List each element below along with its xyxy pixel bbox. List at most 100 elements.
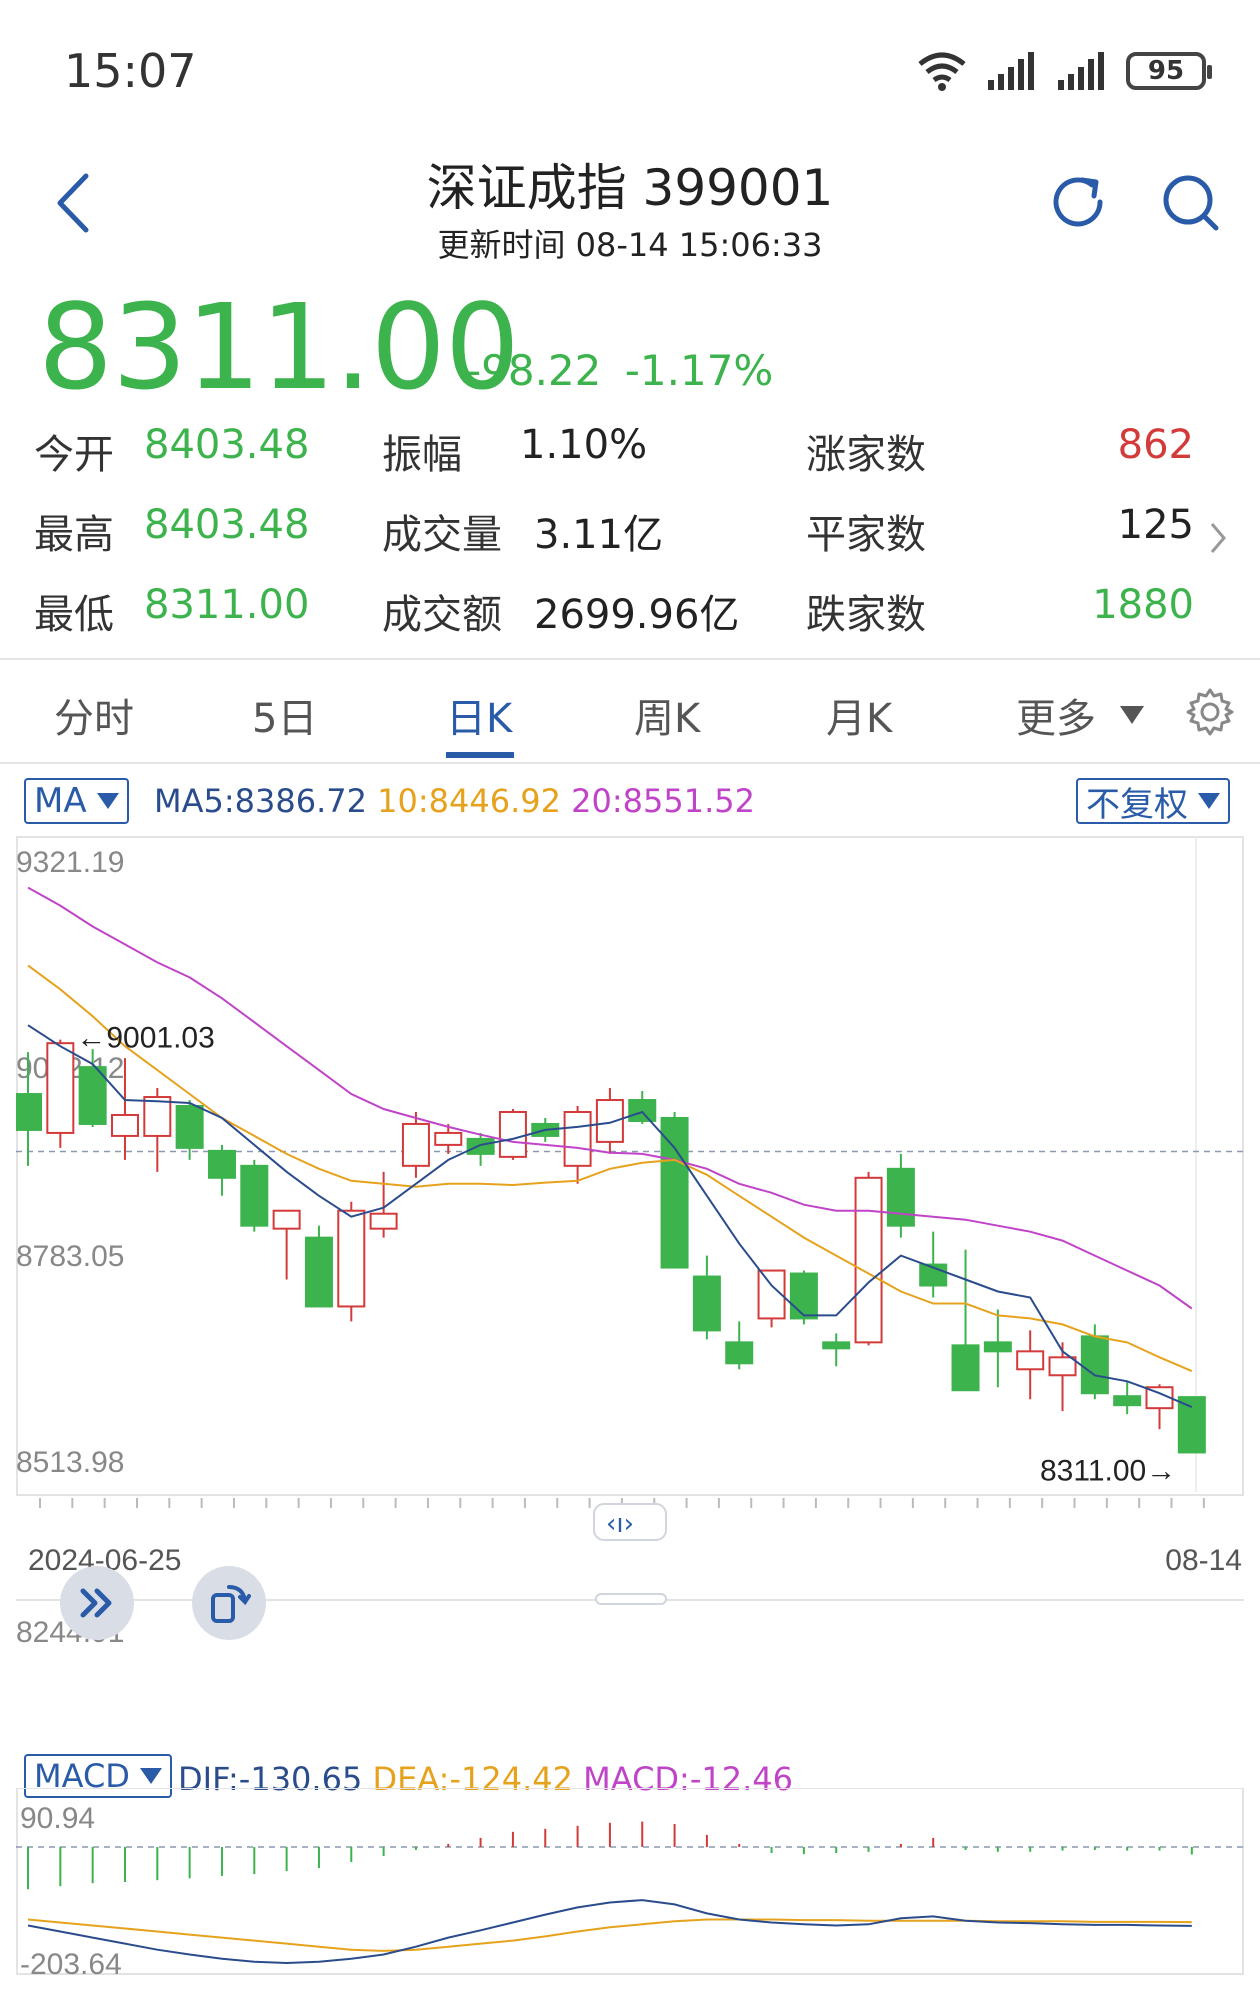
indicator-select-label: MA: [34, 781, 87, 821]
gear-icon[interactable]: [1184, 686, 1236, 738]
kline-chart[interactable]: 9321.199052.128783.058513.988244.91←9001…: [16, 836, 1244, 1662]
y-tick-label: 90.94: [20, 1802, 95, 1835]
search-button[interactable]: [1158, 170, 1222, 234]
ma5-line: [27, 1024, 1193, 1409]
candle-body: [369, 1212, 398, 1230]
status-time: 15:07: [64, 44, 197, 98]
rotate-button[interactable]: [192, 1566, 266, 1640]
stat-low-label: 最低: [34, 592, 114, 638]
candle-body: [1016, 1350, 1045, 1371]
scroll-handle-icon: ‹ı›: [606, 1509, 634, 1539]
refresh-icon: [1053, 177, 1103, 227]
search-icon: [1163, 175, 1219, 231]
divider: [0, 762, 1260, 764]
candle-body: [1080, 1335, 1109, 1395]
stat-turnover-value: 2699.96亿: [534, 592, 740, 638]
candle-body: [822, 1341, 851, 1350]
dif-line: [27, 1899, 1192, 1965]
candle-body: [304, 1236, 333, 1308]
caret-down-icon: [139, 1768, 162, 1784]
tab-intraday[interactable]: 分时: [54, 686, 134, 744]
candle-body: [789, 1272, 818, 1320]
tab-monthly-k[interactable]: 月K: [826, 686, 892, 744]
tab-more-label: 更多: [1016, 696, 1096, 742]
indicator-select[interactable]: MA: [24, 778, 129, 824]
y-tick-label: 8783.05: [16, 1240, 124, 1273]
expand-button[interactable]: [60, 1566, 134, 1640]
ma20-value: 20:8551.52: [571, 782, 755, 820]
current-price: 8311.00: [38, 278, 520, 416]
candle-body: [401, 1122, 430, 1167]
candle-body: [854, 1176, 883, 1344]
candle-body: [595, 1099, 624, 1143]
stat-up-label: 涨家数: [806, 432, 926, 478]
ma-values: MA5:8386.72 10:8446.92 20:8551.52: [154, 782, 755, 820]
tab-daily-k[interactable]: 日K: [446, 686, 512, 744]
stat-down-label: 跌家数: [806, 592, 926, 638]
x-axis-end-date: 08-14: [1165, 1544, 1242, 1577]
change-value: -98.22: [466, 346, 602, 395]
tab-more[interactable]: 更多: [1016, 686, 1144, 744]
stat-flat-value: 125: [1117, 502, 1194, 548]
double-chevron-right-icon: [80, 1588, 112, 1618]
stat-high-value: 8403.48: [144, 502, 310, 548]
candle-body: [886, 1167, 915, 1227]
stat-turnover-label: 成交额: [382, 592, 502, 638]
price-change: -98.22 -1.17%: [466, 346, 773, 395]
signal-icon: [1058, 52, 1104, 90]
candle-body: [46, 1042, 75, 1134]
adjust-select-label: 不复权: [1086, 784, 1188, 825]
tab-5day[interactable]: 5日: [252, 686, 317, 744]
candle-body: [725, 1341, 754, 1365]
tab-weekly-k[interactable]: 周K: [634, 686, 700, 744]
candle-body: [466, 1137, 495, 1155]
macd-chart[interactable]: 90.94 -203.64: [16, 1788, 1244, 1976]
refresh-button[interactable]: [1046, 170, 1110, 234]
candle-body: [1177, 1396, 1206, 1454]
candle-body: [660, 1116, 689, 1269]
stat-flat-label: 平家数: [806, 512, 926, 558]
candle-body: [175, 1105, 204, 1149]
candle-body: [983, 1341, 1012, 1353]
candle-body: [628, 1099, 657, 1122]
wifi-icon: [918, 52, 966, 91]
candle-body: [563, 1110, 592, 1167]
status-icons: 95: [916, 50, 1212, 92]
candle-body: [272, 1209, 301, 1230]
battery-icon: 95: [1126, 52, 1212, 90]
caret-down-icon: [1198, 793, 1220, 809]
candle-body: [498, 1110, 527, 1158]
candle-body: [110, 1113, 139, 1137]
min-price-annotation: 8311.00→: [1040, 1454, 1176, 1487]
dea-line: [27, 1918, 1192, 1952]
max-price-annotation: ←9001.03: [76, 1022, 214, 1055]
chevron-right-icon[interactable]: [1206, 518, 1230, 558]
candle-body: [434, 1131, 463, 1146]
adjust-select[interactable]: 不复权: [1076, 778, 1230, 825]
stat-up-value: 862: [1117, 422, 1194, 468]
stat-low-value: 8311.00: [144, 582, 310, 628]
change-percent: -1.17%: [624, 346, 774, 395]
stat-volume-value: 3.11亿: [534, 512, 664, 558]
candle-body: [692, 1275, 721, 1332]
y-tick-label: 8513.98: [16, 1446, 124, 1479]
active-tab-indicator: [446, 752, 514, 758]
y-tick-label: -203.64: [20, 1948, 122, 1976]
candle-body: [240, 1164, 269, 1227]
signal-icon: [988, 52, 1034, 90]
stat-amplitude-label: 振幅: [382, 432, 462, 478]
ma5-value: MA5:8386.72: [154, 782, 367, 820]
resize-handle: [595, 1593, 667, 1605]
ma10-value: 10:8446.92: [377, 782, 561, 820]
rotate-screen-icon: [211, 1585, 251, 1623]
candle-body: [143, 1096, 172, 1137]
stat-volume-label: 成交量: [382, 512, 502, 558]
stat-down-value: 1880: [1092, 582, 1194, 628]
stat-open-label: 今开: [34, 432, 114, 478]
y-tick-label: 9321.19: [16, 846, 124, 879]
divider: [0, 658, 1260, 660]
caret-down-icon: [1120, 706, 1144, 724]
caret-down-icon: [96, 793, 119, 809]
candle-body: [1048, 1356, 1077, 1377]
candle-body: [337, 1209, 366, 1308]
